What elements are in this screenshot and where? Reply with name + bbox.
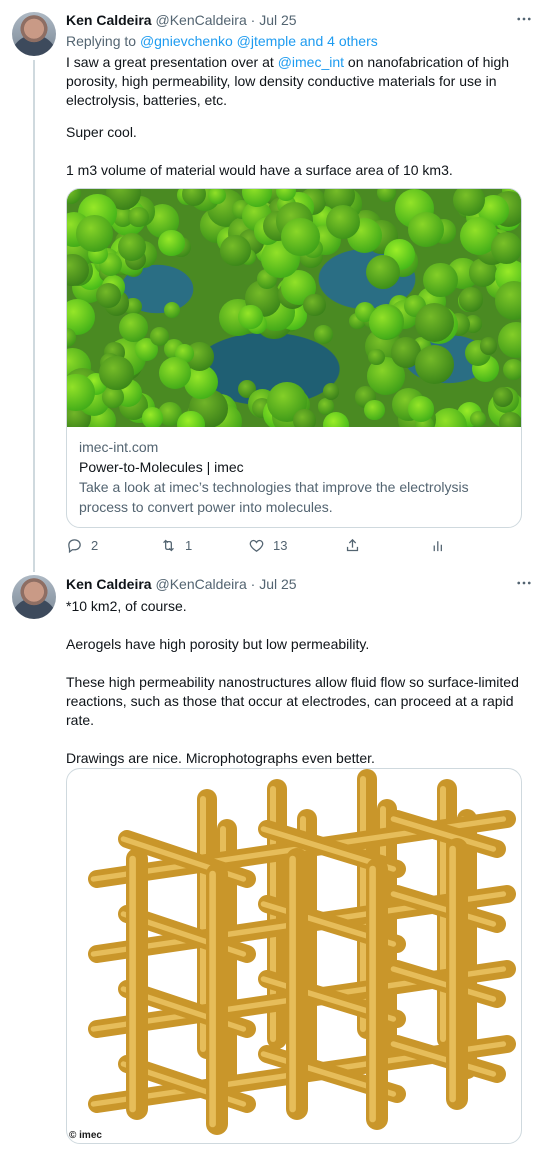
tree-clump bbox=[322, 411, 350, 427]
tree-clump bbox=[98, 355, 134, 391]
tweet-text-para3: 1 m3 volume of material would have a sur… bbox=[66, 162, 453, 178]
tree-clump bbox=[366, 255, 400, 290]
card-title: Power-to-Molecules | imec bbox=[79, 459, 244, 475]
tree-clump bbox=[293, 408, 316, 427]
tree-clump bbox=[67, 189, 81, 204]
author-handle[interactable]: @KenCaldeira bbox=[155, 12, 246, 28]
tree-clump bbox=[163, 302, 181, 319]
tweet-date[interactable]: Jul 25 bbox=[259, 576, 296, 592]
tweet-1[interactable]: Ken Caldeira @KenCaldeira · Jul 25 Reply… bbox=[0, 0, 555, 572]
analytics-button[interactable] bbox=[430, 537, 447, 554]
like-count: 13 bbox=[273, 538, 288, 553]
author-name[interactable]: Ken Caldeira bbox=[66, 12, 152, 28]
tree-clump bbox=[237, 304, 263, 330]
text-part: I saw a great presentation over at bbox=[66, 54, 278, 70]
mention-link[interactable]: @imec_int bbox=[278, 54, 344, 70]
tree-clump bbox=[490, 232, 521, 265]
share-button[interactable] bbox=[344, 537, 361, 554]
tree-clump bbox=[479, 336, 498, 355]
tree-clump bbox=[503, 359, 521, 381]
tweet-2[interactable]: Ken Caldeira @KenCaldeira · Jul 25 *10 k… bbox=[0, 570, 555, 1153]
heart-icon bbox=[249, 539, 264, 552]
tree-clump bbox=[314, 324, 334, 344]
replying-users[interactable]: @gnievchenko @jtemple bbox=[140, 33, 296, 49]
reply-count: 2 bbox=[91, 538, 99, 553]
tree-clump bbox=[408, 211, 444, 247]
tree-clump bbox=[499, 411, 521, 427]
tree-clump bbox=[494, 281, 521, 320]
avatar[interactable] bbox=[12, 575, 56, 619]
action-bar: 2 1 13 bbox=[66, 537, 466, 557]
tree-clump bbox=[458, 287, 484, 313]
reply-icon bbox=[68, 539, 81, 554]
tree-clump bbox=[158, 229, 185, 256]
tree-clump bbox=[322, 382, 340, 400]
tree-clump bbox=[368, 305, 402, 339]
separator: · bbox=[250, 12, 256, 28]
tree-clump bbox=[414, 345, 454, 385]
card-domain: imec-int.com bbox=[79, 439, 159, 455]
tweet-header: Ken Caldeira @KenCaldeira · Jul 25 bbox=[66, 12, 297, 28]
card-description: Take a look at imec’s technologies that … bbox=[79, 479, 469, 515]
retweet-count: 1 bbox=[185, 538, 193, 553]
tree-clump bbox=[119, 312, 149, 342]
tree-clump bbox=[95, 282, 122, 309]
card-image bbox=[67, 189, 521, 427]
tree-clump bbox=[498, 322, 521, 359]
tree-clump bbox=[415, 302, 455, 342]
tweet-text: I saw a great presentation over at @imec… bbox=[66, 53, 526, 110]
more-horizontal-icon[interactable] bbox=[515, 10, 533, 33]
tree-clump bbox=[117, 232, 147, 261]
image-watermark: © imec bbox=[69, 1130, 102, 1141]
analytics-icon bbox=[433, 541, 442, 552]
separator: · bbox=[250, 576, 256, 592]
replying-others[interactable]: and 4 others bbox=[300, 33, 378, 49]
tree-clump bbox=[377, 189, 397, 203]
tree-clump bbox=[302, 293, 326, 317]
like-button[interactable]: 13 bbox=[248, 537, 287, 554]
retweet-icon bbox=[163, 539, 174, 552]
reply-button[interactable]: 2 bbox=[66, 537, 98, 554]
author-handle[interactable]: @KenCaldeira bbox=[155, 576, 246, 592]
tree-clump bbox=[220, 234, 252, 266]
lattice-image bbox=[88, 769, 516, 1135]
tree-clump bbox=[141, 407, 164, 427]
tweet-text: *10 km2, of course. Aerogels have high p… bbox=[66, 598, 519, 766]
tree-clump bbox=[469, 410, 486, 427]
retweet-button[interactable]: 1 bbox=[160, 537, 192, 554]
tree-clump bbox=[76, 215, 113, 252]
tweet-header: Ken Caldeira @KenCaldeira · Jul 25 bbox=[66, 576, 297, 592]
avatar[interactable] bbox=[12, 12, 56, 56]
media-image[interactable]: © imec bbox=[66, 768, 522, 1144]
author-name[interactable]: Ken Caldeira bbox=[66, 576, 152, 592]
tree-clump bbox=[150, 327, 169, 347]
tree-clump bbox=[158, 357, 191, 389]
more-horizontal-icon[interactable] bbox=[515, 574, 533, 597]
share-icon bbox=[346, 538, 359, 552]
link-card[interactable]: imec-int.com Power-to-Molecules | imec T… bbox=[66, 188, 522, 528]
thread-line bbox=[33, 60, 35, 572]
tree-clump bbox=[407, 396, 434, 422]
tree-clump bbox=[281, 217, 320, 257]
tree-clump bbox=[368, 349, 385, 366]
tweet-date[interactable]: Jul 25 bbox=[259, 12, 296, 28]
replying-prefix: Replying to bbox=[66, 33, 140, 49]
tree-clump bbox=[423, 262, 459, 298]
replying-to: Replying to @gnievchenko @jtemple and 4 … bbox=[66, 33, 378, 49]
tree-clump bbox=[325, 205, 360, 240]
tree-clump bbox=[364, 399, 385, 421]
tweet-text-para2: Super cool. bbox=[66, 124, 137, 140]
